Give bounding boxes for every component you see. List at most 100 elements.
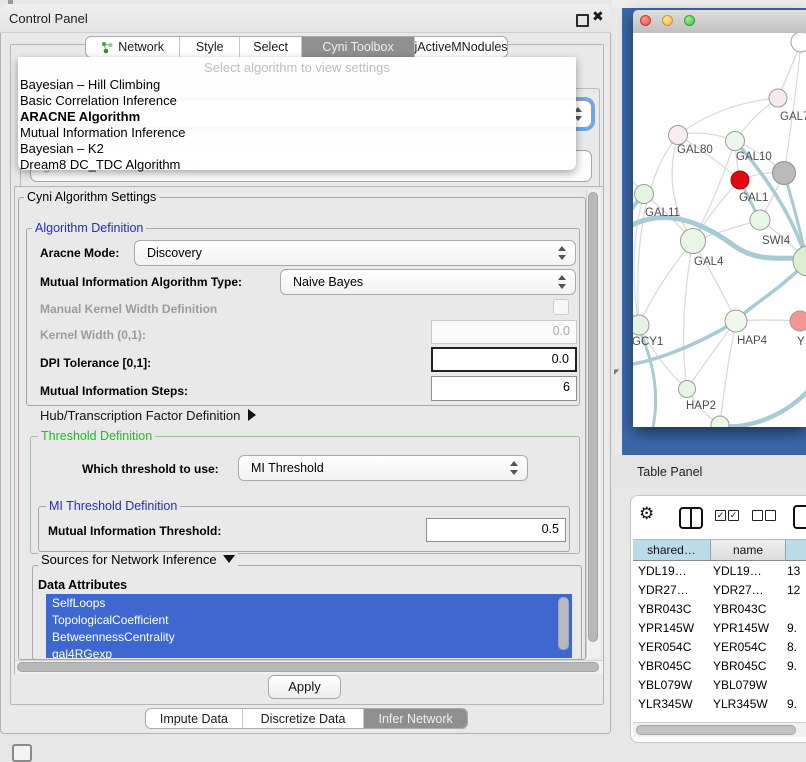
node-label-SWI4: SWI4 bbox=[762, 235, 791, 247]
network-canvas[interactable]: GAL7GAL80GAL10GAL1GAL11SWI4GAL4GCY1HAP4Y… bbox=[633, 33, 806, 427]
edge[interactable] bbox=[720, 321, 736, 425]
node-label-HAP4: HAP4 bbox=[737, 335, 768, 347]
node-GAL4[interactable] bbox=[681, 229, 706, 254]
node-GAL7[interactable] bbox=[769, 89, 787, 107]
float-window-icon[interactable] bbox=[576, 14, 589, 27]
node-Y[interactable] bbox=[790, 311, 806, 331]
minimized-panel-icon[interactable] bbox=[12, 744, 32, 762]
tab-network[interactable]: Network bbox=[86, 37, 180, 57]
node-HAP2[interactable] bbox=[679, 381, 696, 398]
table-extra-icon[interactable] bbox=[793, 505, 806, 529]
table-row[interactable]: YBR043CYBR043C bbox=[633, 600, 806, 619]
node-GAL1[interactable] bbox=[750, 210, 770, 230]
tab-cyni-toolbox[interactable]: Cyni Toolbox bbox=[302, 37, 415, 57]
close-window-icon[interactable]: ✖ bbox=[592, 8, 604, 25]
kernel-width-field[interactable]: 0.0 bbox=[431, 320, 577, 344]
tab-jactivemnodules[interactable]: jActiveMNodules bbox=[415, 37, 507, 57]
subtab-discretize-data[interactable]: Discretize Data bbox=[243, 709, 364, 728]
column-header-1[interactable]: shared… bbox=[633, 539, 711, 561]
edge[interactable] bbox=[684, 241, 693, 389]
mi-type-combobox[interactable]: Naive Bayes bbox=[280, 269, 576, 295]
algorithm-option[interactable]: Basic Correlation Inference bbox=[20, 93, 570, 109]
which-threshold-label: Which threshold to use: bbox=[82, 462, 219, 476]
attribute-item[interactable]: TopologicalCoefficient bbox=[52, 613, 169, 627]
node-HAP4[interactable] bbox=[725, 310, 747, 332]
data-attributes-scrollbar-thumb[interactable] bbox=[558, 597, 569, 650]
deselect-all-icon[interactable] bbox=[765, 510, 776, 521]
algorithm-option[interactable]: ARACNE Algorithm bbox=[20, 109, 570, 125]
column-header-3[interactable]: A bbox=[786, 539, 806, 561]
node-GAL80[interactable] bbox=[669, 126, 688, 145]
attribute-item[interactable]: SelfLoops bbox=[52, 596, 105, 610]
table-row[interactable]: YBL079WYBL079W bbox=[633, 676, 806, 695]
node-GCY1[interactable] bbox=[633, 315, 649, 335]
settings-vscrollbar-thumb[interactable] bbox=[588, 192, 598, 642]
tab-style[interactable]: Style bbox=[180, 37, 240, 57]
node-unnamed[interactable] bbox=[731, 171, 749, 189]
algorithm-option[interactable]: Bayesian – Hill Climbing bbox=[20, 77, 570, 93]
edge[interactable] bbox=[687, 321, 736, 389]
node-unnamed[interactable] bbox=[773, 162, 796, 185]
table-row[interactable]: YBR045CYBR045C9. bbox=[633, 657, 806, 676]
table-panel-title: Table Panel bbox=[637, 465, 702, 479]
table-row[interactable]: YIL052CYIL052C9. bbox=[633, 714, 806, 715]
zoom-traffic-light-icon[interactable] bbox=[684, 15, 695, 26]
minimize-traffic-light-icon[interactable] bbox=[662, 15, 673, 26]
aracne-mode-value: Discovery bbox=[147, 246, 202, 260]
cyni-subtabs: Impute DataDiscretize DataInfer Network bbox=[145, 708, 468, 729]
table-row[interactable]: YDL19…YDL19…13 bbox=[633, 562, 806, 581]
node-unnamed[interactable] bbox=[711, 416, 729, 427]
table-hscrollbar[interactable] bbox=[633, 722, 806, 737]
table-row[interactable]: YPR145WYPR145W9. bbox=[633, 619, 806, 638]
gear-icon[interactable]: ⚙ bbox=[639, 504, 654, 524]
node-unnamed[interactable] bbox=[791, 33, 806, 52]
network-window-titlebar[interactable] bbox=[633, 10, 806, 34]
splitter-grip-icon[interactable]: ◤ bbox=[614, 370, 619, 376]
table-row[interactable]: YDR27…YDR27…12 bbox=[633, 581, 806, 600]
manual-kernel-label: Manual Kernel Width Definition bbox=[40, 302, 217, 316]
node-GAL11[interactable] bbox=[635, 185, 654, 204]
kernel-width-label: Kernel Width (0,1): bbox=[40, 328, 146, 342]
table-cell: 9. bbox=[787, 697, 797, 711]
dpi-tolerance-field[interactable]: 0.0 bbox=[431, 347, 577, 372]
aracne-mode-label: Aracne Mode: bbox=[40, 246, 119, 260]
mi-threshold-field[interactable]: 0.5 bbox=[426, 518, 566, 542]
subtab-infer-network[interactable]: Infer Network bbox=[364, 709, 467, 728]
manual-kernel-checkbox[interactable] bbox=[553, 299, 569, 315]
hub-definition-expander[interactable]: Hub/Transcription Factor Definition bbox=[40, 408, 256, 423]
deselect-all-icon[interactable] bbox=[752, 510, 763, 521]
sources-expander[interactable]: Sources for Network Inference bbox=[38, 552, 238, 567]
column-header-2[interactable]: name bbox=[711, 539, 786, 561]
data-attributes-list[interactable]: SelfLoops TopologicalCoefficient Betweenne… bbox=[46, 594, 572, 658]
algorithm-dropdown-popup: Select algorithm to view settings Bayesi… bbox=[18, 57, 576, 170]
table-cell: YPR145W bbox=[713, 621, 769, 635]
algorithm-option[interactable]: Dream8 DC_TDC Algorithm bbox=[20, 157, 570, 173]
apply-button[interactable]: Apply bbox=[268, 675, 341, 699]
table-row[interactable]: YLR345WYLR345W9. bbox=[633, 695, 806, 714]
collapsed-arrow-icon bbox=[248, 409, 256, 421]
subtab-impute-data[interactable]: Impute Data bbox=[146, 709, 243, 728]
tab-select[interactable]: Select bbox=[240, 37, 302, 57]
settings-hscrollbar-thumb[interactable] bbox=[17, 662, 599, 672]
columns-icon[interactable] bbox=[679, 507, 703, 529]
algorithm-option[interactable]: Mutual Information Inference bbox=[20, 125, 570, 141]
control-panel-titlebar[interactable] bbox=[0, 4, 611, 33]
close-traffic-light-icon[interactable] bbox=[640, 15, 651, 26]
expanded-arrow-icon bbox=[223, 555, 235, 563]
which-threshold-combobox[interactable]: MI Threshold bbox=[238, 455, 528, 481]
table-row[interactable]: YER054CYER054C8. bbox=[633, 638, 806, 657]
select-all-icon[interactable]: ✓ bbox=[728, 510, 739, 521]
table-cell: YBR045C bbox=[713, 659, 766, 673]
aracne-mode-combobox[interactable]: Discovery bbox=[134, 240, 576, 266]
edge[interactable] bbox=[693, 241, 736, 321]
table-hscrollbar-thumb[interactable] bbox=[636, 725, 796, 735]
node-GAL10[interactable] bbox=[726, 132, 745, 151]
select-all-icon[interactable]: ✓ bbox=[715, 510, 726, 521]
attribute-item[interactable]: gal4RGexp bbox=[52, 647, 112, 658]
node-label-Y: Y bbox=[797, 336, 805, 348]
mi-steps-field[interactable]: 6 bbox=[431, 376, 577, 401]
edge[interactable] bbox=[678, 98, 778, 135]
attribute-item[interactable]: BetweennessCentrality bbox=[52, 630, 175, 644]
algorithm-option[interactable]: Bayesian – K2 bbox=[20, 141, 570, 157]
highlighted-edge[interactable] bbox=[721, 391, 806, 426]
